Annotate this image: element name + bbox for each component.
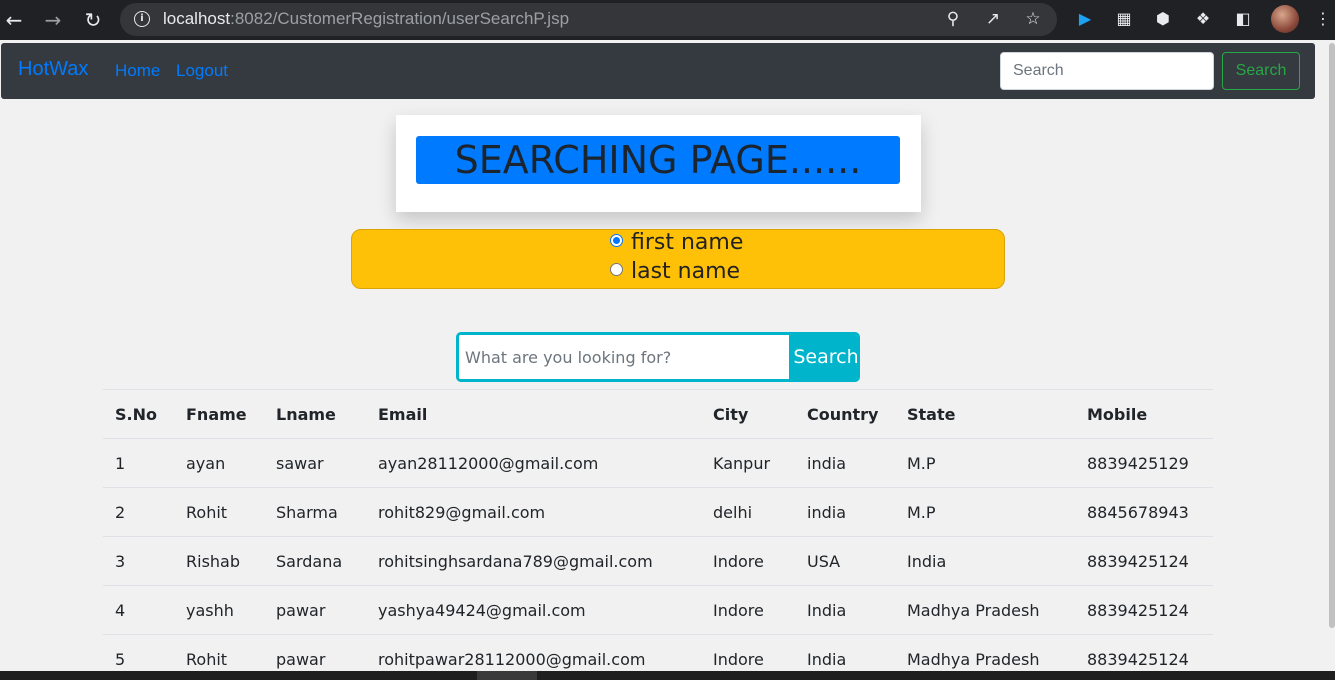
radio-first-name[interactable]: first name [610,230,743,255]
cell-fname: Rishab [174,536,264,586]
navbar-search-button[interactable]: Search [1222,52,1300,90]
cell-city: Indore [701,585,795,635]
main-search-button[interactable]: Search [789,335,857,379]
grid-extension-icon[interactable]: ▦ [1112,7,1136,31]
url-text: localhost:8082/CustomerRegistration/user… [163,9,569,29]
cell-state: M.P [895,438,1075,488]
reload-icon[interactable]: ↻ [79,6,107,34]
cell-email: rohit829@gmail.com [366,487,701,537]
cell-state: M.P [895,487,1075,537]
taskbar-app[interactable] [477,671,537,680]
cell-mobile: 8839425129 [1075,438,1213,488]
cube-extension-icon[interactable]: ⬢ [1151,7,1175,31]
sidebar-toggle-icon[interactable]: ◧ [1231,7,1255,31]
cell-lname: pawar [264,585,366,635]
os-taskbar [0,671,1335,680]
address-bar[interactable]: i localhost:8082/CustomerRegistration/us… [120,3,1057,36]
bookmark-star-icon[interactable]: ☆ [1022,8,1044,30]
column-header: Email [366,389,701,439]
cell-fname: Rohit [174,487,264,537]
radio-button-checked[interactable] [610,233,623,247]
cell-city: delhi [701,487,795,537]
brand-link[interactable]: HotWax [18,58,88,81]
url-host: localhost [163,9,231,28]
column-header: S.No [103,389,174,439]
cell-sno: 1 [103,438,174,488]
cell-country: india [795,438,895,488]
radio-first-name-label: first name [631,230,744,255]
cell-email: ayan28112000@gmail.com [366,438,701,488]
column-header: Mobile [1075,389,1213,439]
share-icon[interactable]: ↗ [982,8,1004,30]
table-row: 3 Rishab Sardana rohitsinghsardana789@gm… [103,536,1213,586]
cell-lname: Sharma [264,487,366,537]
cell-country: india [795,487,895,537]
main-search-input[interactable] [459,335,787,379]
puzzle-icon[interactable]: ❖ [1191,7,1215,31]
table-header-row: S.No Fname Lname Email City Country Stat… [103,389,1213,439]
cell-email: yashya49424@gmail.com [366,585,701,635]
column-header: Fname [174,389,264,439]
cell-city: Indore [701,536,795,586]
cell-fname: ayan [174,438,264,488]
column-header: City [701,389,795,439]
forward-arrow-icon[interactable]: → [39,6,67,34]
column-header: Country [795,389,895,439]
nav-home-link[interactable]: Home [115,61,160,81]
cell-email: rohitsinghsardana789@gmail.com [366,536,701,586]
cell-mobile: 8839425124 [1075,585,1213,635]
extension-icon[interactable]: ▶ [1073,7,1097,31]
cell-state: India [895,536,1075,586]
cell-fname: yashh [174,585,264,635]
url-path: :8082/CustomerRegistration/userSearchP.j… [230,9,570,28]
cell-lname: Sardana [264,536,366,586]
search-type-radio-group: first name last name [351,229,1005,289]
column-header: State [895,389,1075,439]
radio-last-name[interactable]: last name [610,259,740,284]
cell-mobile: 8845678943 [1075,487,1213,537]
cell-lname: sawar [264,438,366,488]
nav-logout-link[interactable]: Logout [176,61,228,81]
cell-country: India [795,585,895,635]
profile-avatar[interactable] [1271,5,1299,33]
cell-mobile: 8839425124 [1075,536,1213,586]
cell-state: Madhya Pradesh [895,585,1075,635]
page-title: SEARCHING PAGE...... [416,136,900,184]
navbar-search-input[interactable] [1000,52,1214,90]
back-arrow-icon[interactable]: ← [0,6,28,34]
cell-sno: 2 [103,487,174,537]
title-card: SEARCHING PAGE...... [396,115,921,212]
cell-city: Kanpur [701,438,795,488]
cell-sno: 3 [103,536,174,586]
table-row: 2 Rohit Sharma rohit829@gmail.com delhi … [103,487,1213,537]
radio-last-name-label: last name [631,259,741,284]
main-search-box: Search [456,332,860,382]
browser-toolbar: ← → ↻ i localhost:8082/CustomerRegistrat… [0,0,1335,40]
column-header: Lname [264,389,366,439]
menu-dots-icon[interactable]: ⋮ [1311,7,1335,31]
table-row: 1 ayan sawar ayan28112000@gmail.com Kanp… [103,438,1213,488]
cell-country: USA [795,536,895,586]
site-info-icon[interactable]: i [134,11,150,27]
page-scrollbar[interactable] [1329,43,1335,628]
table-row: 4 yashh pawar yashya49424@gmail.com Indo… [103,585,1213,635]
customer-table: S.No Fname Lname Email City Country Stat… [103,389,1213,680]
zoom-icon[interactable]: ⚲ [942,8,964,30]
navbar: HotWax Home Logout Search [1,43,1315,99]
cell-sno: 4 [103,585,174,635]
radio-button-unchecked[interactable] [610,262,623,276]
